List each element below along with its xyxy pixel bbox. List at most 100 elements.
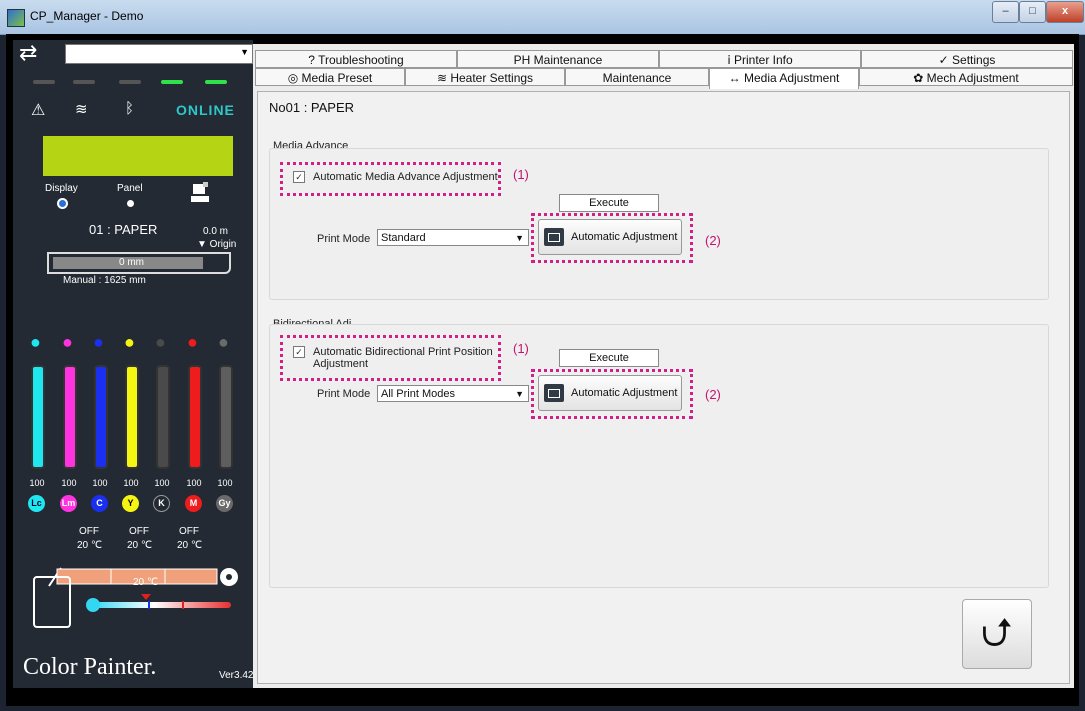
ink-level-bar-y	[125, 365, 139, 469]
color-painter-logo: Color Painter.	[23, 654, 157, 680]
ink-drop-icon: ●	[124, 332, 135, 352]
tab-ph-maintenance[interactable]: PH Maintenance	[457, 50, 659, 68]
tab-mech-adjustment[interactable]: ✿ Mech Adjustment	[859, 68, 1073, 86]
ink-level-bar-m	[188, 365, 202, 469]
ink-level-value: 100	[154, 478, 170, 488]
printer-status-panel: ⇄ ▼ ⚠ ≋ ᛒ ONLINE Display Panel 01 : PAPE…	[13, 40, 253, 688]
display-radio[interactable]	[59, 200, 66, 207]
annotation-2: (2)	[705, 387, 721, 402]
page-title: No01 : PAPER	[269, 100, 355, 115]
origin-marker: ▼ Origin	[197, 239, 237, 250]
ink-drop-icon: ●	[62, 332, 73, 352]
ink-code-badge: Y	[122, 495, 139, 512]
printer-select[interactable]: ▼	[65, 44, 253, 64]
media-advance-checkbox[interactable]: ✓	[293, 171, 305, 183]
ink-level-value: 100	[29, 478, 45, 488]
refresh-apply-button[interactable]: ⮍	[962, 599, 1032, 669]
ink-code-badge: K	[153, 495, 170, 512]
status-led-on	[205, 80, 227, 84]
manual-length: Manual : 1625 mm	[63, 275, 146, 286]
tab-troubleshooting[interactable]: ? Troubleshooting	[255, 50, 457, 68]
chevron-down-icon: ▼	[515, 233, 524, 243]
tab-printer-info[interactable]: ⅰ Printer Info	[659, 50, 861, 68]
window-title: CP_Manager - Demo	[30, 9, 144, 23]
bidirectional-checkbox-label-line2: Adjustment	[313, 358, 369, 370]
close-button[interactable]: x	[1046, 1, 1084, 23]
tab-bar: ? Troubleshooting PH Maintenance ⅰ Print…	[253, 48, 1074, 90]
heater-temp: 20 ℃	[77, 540, 103, 551]
annotation-1: (1)	[513, 341, 529, 356]
display-label: Display	[45, 183, 78, 194]
heater-state: OFF	[179, 526, 199, 537]
auto-adjust-button-label: Automatic Adjustment	[571, 231, 678, 243]
chevron-down-icon: ▼	[515, 389, 524, 399]
auto-adjust-button[interactable]: Automatic Adjustment	[538, 219, 682, 255]
status-led	[119, 80, 141, 84]
printer-icon	[544, 384, 564, 402]
ink-level-bar-k	[156, 365, 170, 469]
ink-code-badge: Lc	[28, 495, 45, 512]
annotation-1: (1)	[513, 167, 529, 182]
ink-status-icon: ᛒ	[125, 100, 135, 117]
tab-heater-settings[interactable]: ≋ Heater Settings	[405, 68, 565, 86]
chevron-down-icon: ▼	[240, 47, 249, 57]
auto-adjust-button-label: Automatic Adjustment	[571, 387, 678, 399]
ink-drop-icon: ●	[218, 332, 229, 352]
ink-level-value: 100	[186, 478, 202, 488]
printer-icon	[544, 228, 564, 246]
media-position-track: 0 mm	[47, 252, 231, 274]
ink-drop-icon: ●	[30, 332, 41, 352]
execute-label: Execute	[559, 349, 659, 367]
temperature-slider	[79, 592, 237, 612]
media-advance-checkbox-label: Automatic Media Advance Adjustment	[313, 171, 498, 183]
ink-drop-icon: ●	[155, 332, 166, 352]
ambient-temp: 20 ℃	[133, 577, 159, 588]
status-leds	[21, 75, 249, 89]
minimize-button[interactable]: –	[992, 1, 1019, 23]
app-icon	[7, 9, 25, 27]
ink-level-bar-gy	[219, 365, 233, 469]
version-label: Ver3.42	[219, 670, 254, 681]
ink-code-badge: M	[185, 495, 202, 512]
tab-media-preset[interactable]: ◎ Media Preset	[255, 68, 405, 86]
print-mode-value: All Print Modes	[381, 388, 455, 400]
media-name: 01 : PAPER	[89, 222, 158, 237]
ink-code-badge: Gy	[216, 495, 233, 512]
panel-label: Panel	[117, 183, 143, 194]
bidirectional-checkbox[interactable]: ✓	[293, 346, 305, 358]
print-mode-label: Print Mode	[317, 388, 371, 400]
tab-settings[interactable]: ✓ Settings	[861, 50, 1073, 68]
ink-level-value: 100	[123, 478, 139, 488]
ink-code-badge: C	[91, 495, 108, 512]
tab-maintenance[interactable]: Maintenance	[565, 68, 709, 86]
ink-level-bar-lm	[63, 365, 77, 469]
switch-printer-icon[interactable]: ⇄	[19, 40, 37, 66]
ink-level-value: 100	[217, 478, 233, 488]
ink-code-badge: Lm	[60, 495, 77, 512]
ink-tank-icon	[33, 576, 71, 628]
heater-state: OFF	[79, 526, 99, 537]
heater-status-icon: ≋	[75, 101, 88, 118]
printer-settings-icon[interactable]	[191, 182, 209, 204]
heater-temp: 20 ℃	[177, 540, 203, 551]
print-mode-select[interactable]: Standard ▼	[377, 229, 529, 246]
media-length: 0.0 m	[203, 226, 229, 237]
tab-media-adjustment[interactable]: ↔ Media Adjustment	[709, 68, 859, 89]
title-bar: CP_Manager - Demo – □ x	[0, 0, 1085, 35]
status-led	[33, 80, 55, 84]
refresh-apply-icon: ⮍	[980, 611, 1014, 655]
panel-radio[interactable]	[127, 200, 134, 207]
print-mode-select[interactable]: All Print Modes ▼	[377, 385, 529, 402]
status-led-on	[161, 80, 183, 84]
main-area: ? Troubleshooting PH Maintenance ⅰ Print…	[253, 44, 1074, 688]
warning-icon: ⚠	[31, 102, 46, 119]
execute-label: Execute	[559, 194, 659, 212]
ink-level-bar-c	[94, 365, 108, 469]
auto-adjust-button[interactable]: Automatic Adjustment	[538, 375, 682, 411]
bidirectional-checkbox-label: Automatic Bidirectional Print Position	[313, 346, 493, 358]
status-led	[73, 80, 95, 84]
maximize-button[interactable]: □	[1019, 1, 1046, 23]
heater-temp: 20 ℃	[127, 540, 153, 551]
ink-drop-icon: ●	[93, 332, 104, 352]
lcd-display	[43, 136, 233, 176]
